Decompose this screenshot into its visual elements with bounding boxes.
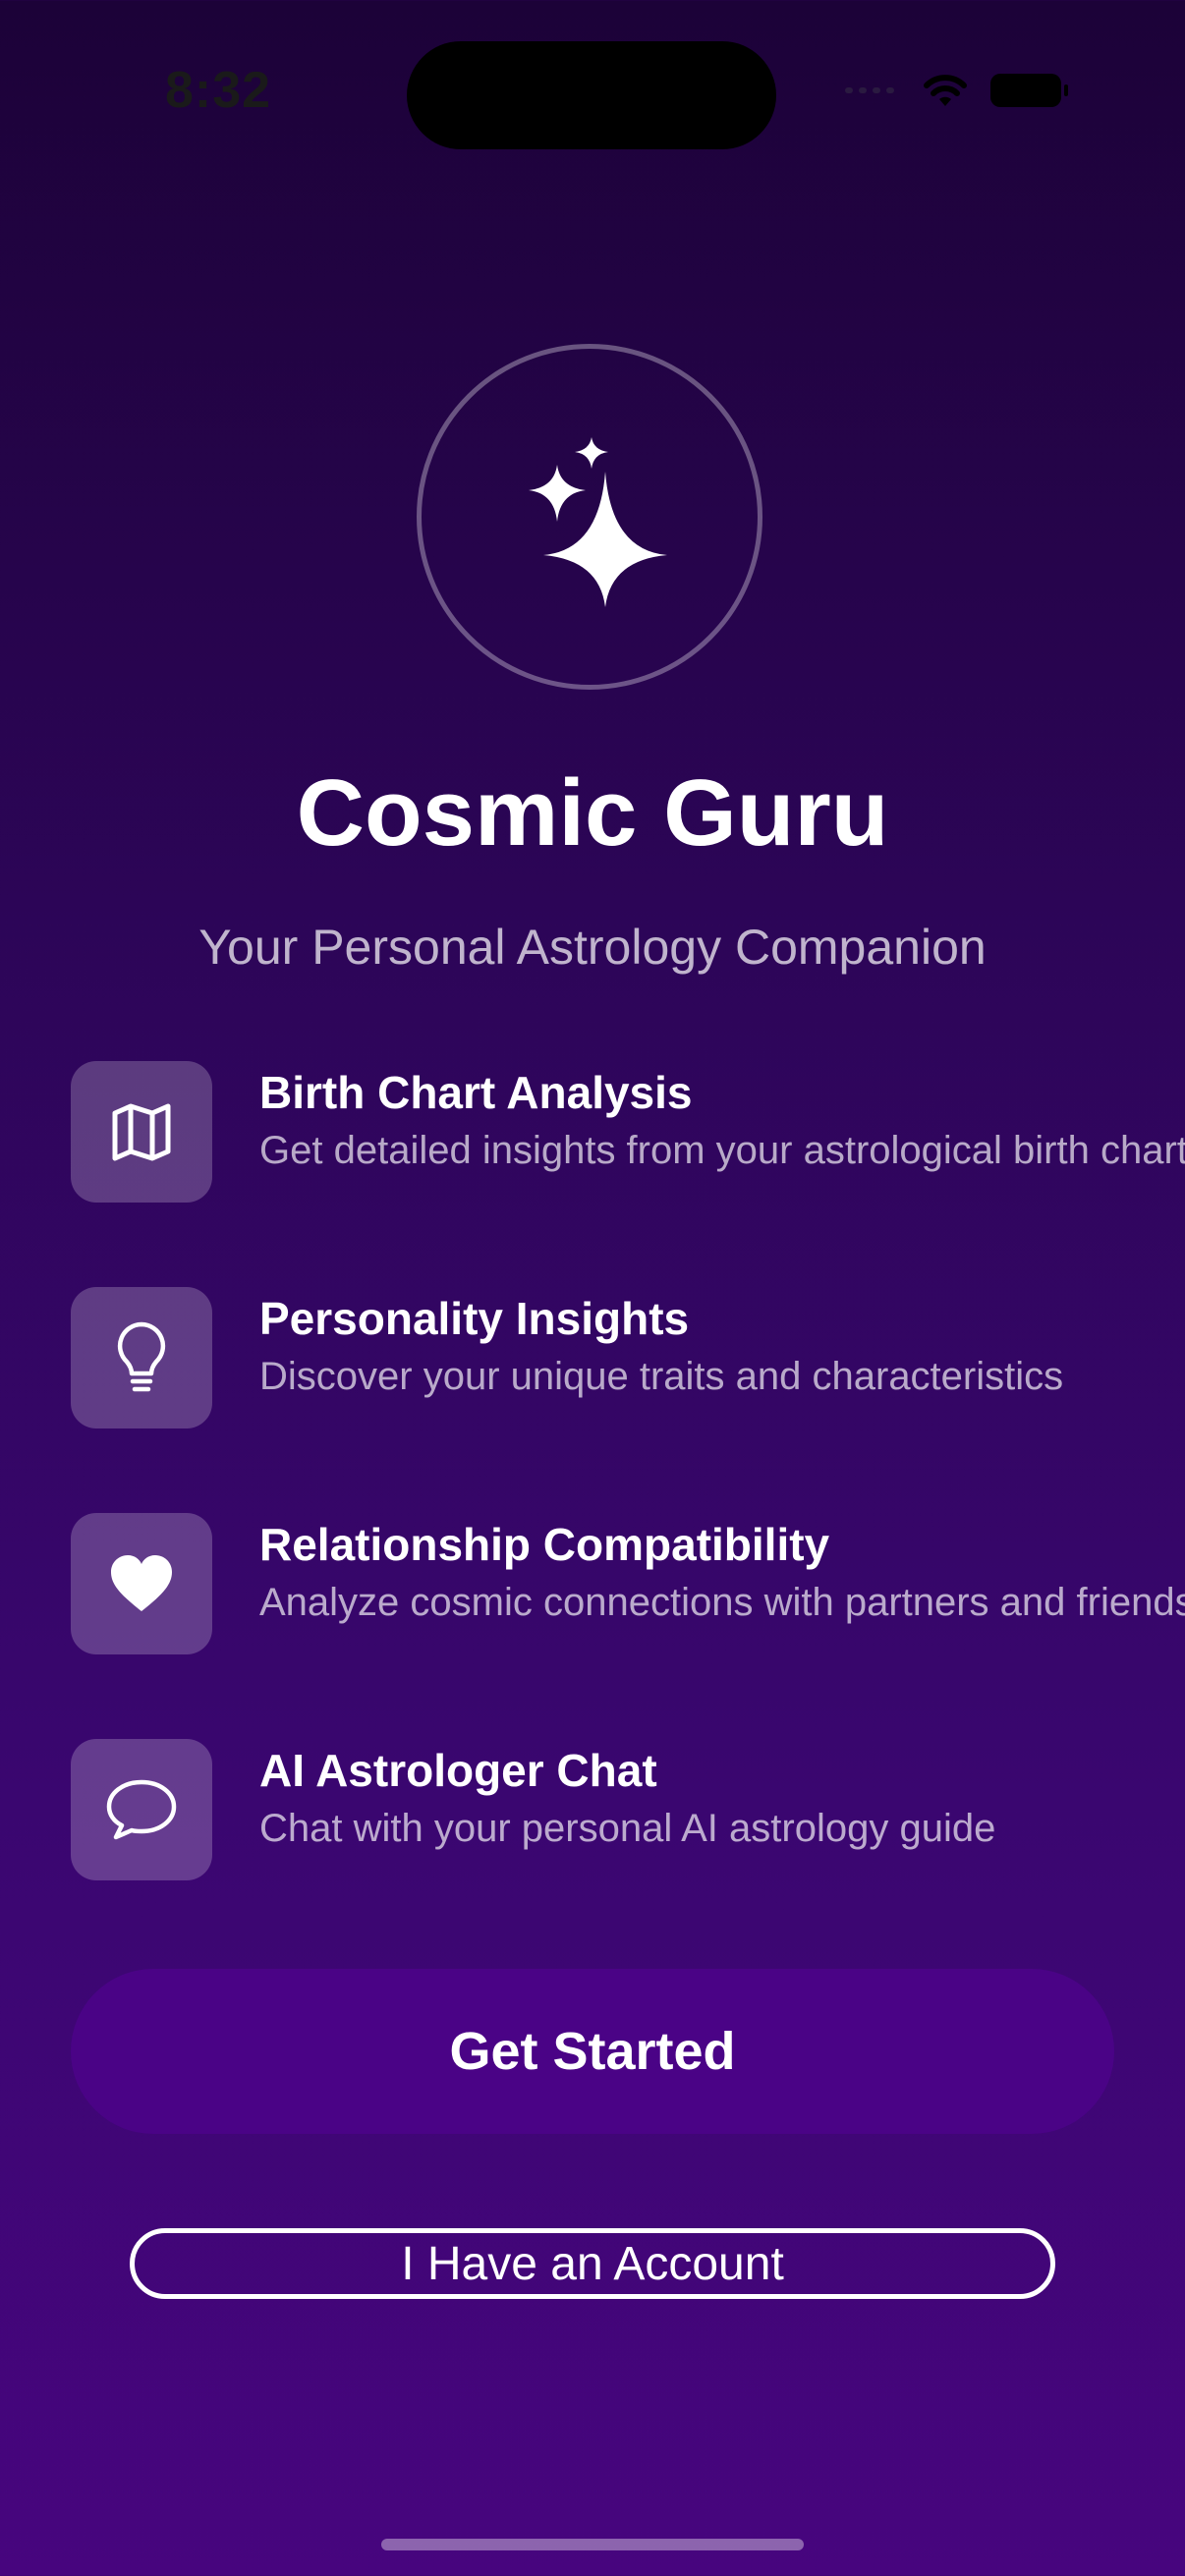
chat-bubble-icon [106, 1779, 177, 1840]
feature-title: Birth Chart Analysis [259, 1067, 693, 1118]
get-started-button[interactable]: Get Started [71, 1969, 1114, 2134]
feature-description: Get detailed insights from your astrolog… [259, 1129, 1185, 1172]
feature-icon-tile [71, 1739, 212, 1880]
feature-description: Analyze cosmic connections with partners… [259, 1581, 1185, 1624]
battery-icon [990, 74, 1068, 107]
app-logo [417, 344, 762, 690]
status-time: 8:32 [165, 62, 272, 119]
app-title: Cosmic Guru [296, 760, 889, 866]
status-icons [845, 71, 1068, 110]
signal-dots-icon [845, 87, 900, 93]
lightbulb-icon [117, 1321, 166, 1392]
feature-icon-tile [71, 1513, 212, 1654]
have-account-button[interactable]: I Have an Account [130, 2228, 1055, 2299]
feature-title: AI Astrologer Chat [259, 1745, 657, 1796]
wifi-icon [924, 75, 967, 106]
feature-icon-tile [71, 1061, 212, 1203]
feature-title: Relationship Compatibility [259, 1519, 830, 1570]
home-indicator[interactable] [381, 2539, 804, 2550]
sparkles-icon [529, 437, 667, 607]
feature-icon-tile [71, 1287, 212, 1428]
app-subtitle: Your Personal Astrology Companion [198, 920, 987, 975]
feature-description: Chat with your personal AI astrology gui… [259, 1807, 996, 1850]
heart-icon [111, 1555, 172, 1611]
feature-title: Personality Insights [259, 1293, 690, 1344]
feature-description: Discover your unique traits and characte… [259, 1355, 1064, 1398]
dynamic-island [407, 41, 776, 149]
map-icon [112, 1103, 171, 1161]
